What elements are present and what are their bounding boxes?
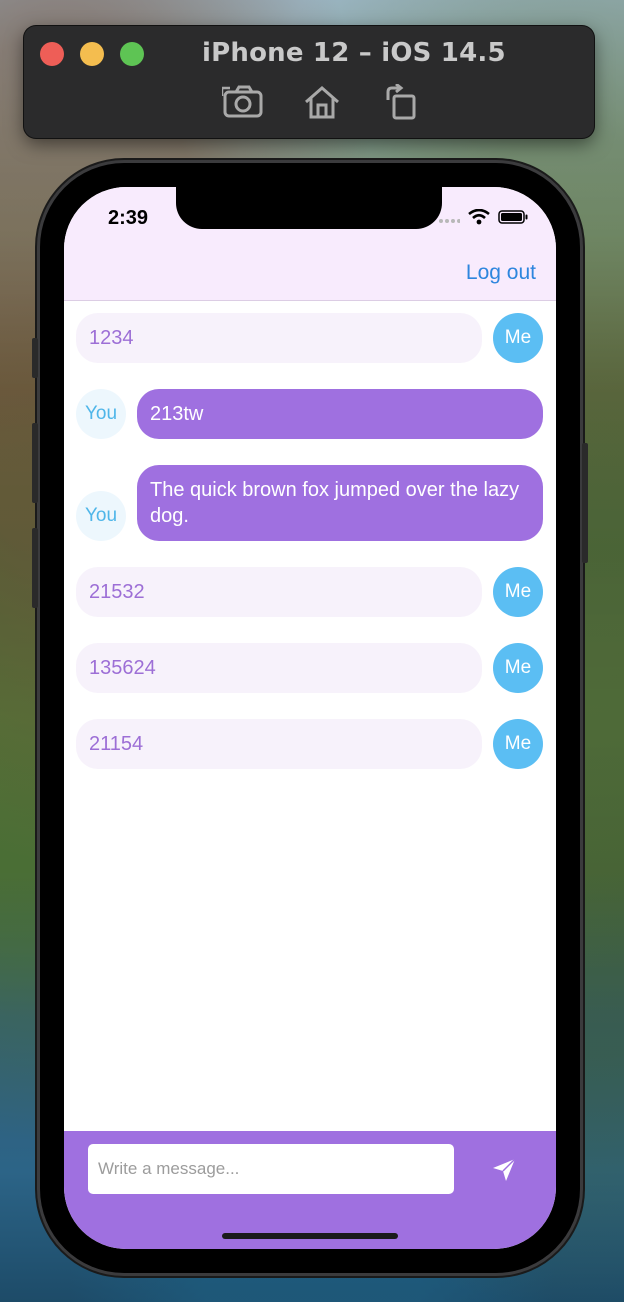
avatar-me: Me	[493, 313, 543, 363]
wifi-icon	[468, 208, 490, 230]
status-icons	[438, 208, 528, 230]
volume-down-button	[32, 528, 38, 608]
message-input[interactable]	[88, 1144, 454, 1194]
simulator-title: iPhone 12 – iOS 14.5	[202, 38, 506, 68]
message-composer	[64, 1131, 556, 1249]
avatar-me: Me	[493, 719, 543, 769]
close-window-button[interactable]	[40, 42, 64, 66]
volume-up-button	[32, 423, 38, 503]
home-icon[interactable]	[302, 84, 342, 120]
message-bubble-me: 21154	[76, 719, 482, 769]
iphone-device: Log out 2:39 1234 Me You 213tw You The q…	[32, 163, 588, 1273]
avatar-you: You	[76, 389, 126, 439]
home-indicator[interactable]	[222, 1233, 398, 1239]
message-bubble-me: 135624	[76, 643, 482, 693]
logout-button[interactable]: Log out	[466, 261, 536, 285]
status-time: 2:39	[108, 207, 149, 229]
message-bubble-you: The quick brown fox jumped over the lazy…	[137, 465, 543, 541]
device-notch	[176, 187, 442, 229]
app-screen: Log out 2:39 1234 Me You 213tw You The q…	[64, 187, 556, 1249]
avatar-me: Me	[493, 567, 543, 617]
silent-switch	[32, 338, 38, 378]
simulator-toolbar: iPhone 12 – iOS 14.5	[24, 26, 594, 138]
zoom-window-button[interactable]	[120, 42, 144, 66]
signal-icon	[438, 211, 461, 229]
send-icon[interactable]	[488, 1154, 520, 1186]
power-button	[582, 443, 588, 563]
rotate-icon[interactable]	[380, 84, 420, 120]
minimize-window-button[interactable]	[80, 42, 104, 66]
battery-icon	[498, 210, 528, 229]
avatar-me: Me	[493, 643, 543, 693]
message-bubble-me: 1234	[76, 313, 482, 363]
avatar-you: You	[76, 491, 126, 541]
camera-icon[interactable]	[222, 84, 266, 120]
message-bubble-you: 213tw	[137, 389, 543, 439]
message-bubble-me: 21532	[76, 567, 482, 617]
